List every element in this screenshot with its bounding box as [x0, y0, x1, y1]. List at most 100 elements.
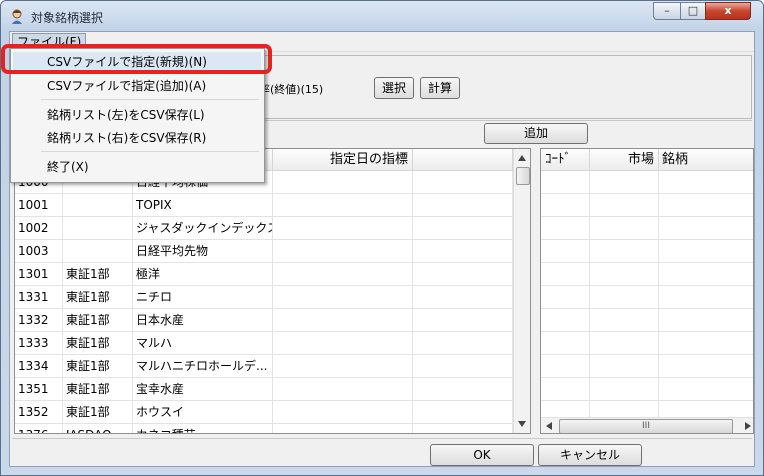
table-cell[interactable]: 東証1部: [63, 401, 133, 424]
table-cell[interactable]: [541, 240, 590, 263]
table-cell[interactable]: [541, 263, 590, 286]
close-button[interactable]: x: [705, 2, 751, 20]
table-cell[interactable]: [273, 378, 413, 401]
table-cell[interactable]: [590, 240, 659, 263]
table-cell[interactable]: [273, 240, 413, 263]
table-cell[interactable]: 日経平均先物: [133, 240, 273, 263]
table-cell[interactable]: [659, 309, 753, 332]
col-header-market-right[interactable]: 市場: [590, 149, 659, 171]
right-horizontal-scrollbar[interactable]: III: [541, 417, 753, 433]
table-cell[interactable]: [273, 401, 413, 424]
table-cell[interactable]: 1334: [15, 355, 63, 378]
table-cell[interactable]: [413, 424, 513, 433]
table-cell[interactable]: [590, 194, 659, 217]
table-cell[interactable]: [659, 332, 753, 355]
table-cell[interactable]: ホウスイ: [133, 401, 273, 424]
table-cell[interactable]: [413, 286, 513, 309]
title-bar[interactable]: 対象銘柄選択 – □ x: [1, 1, 763, 31]
table-cell[interactable]: 1331: [15, 286, 63, 309]
cancel-button[interactable]: キャンセル: [538, 444, 642, 466]
table-cell[interactable]: マルハ: [133, 332, 273, 355]
table-cell[interactable]: [541, 286, 590, 309]
table-cell[interactable]: [659, 217, 753, 240]
table-cell[interactable]: [659, 263, 753, 286]
table-cell[interactable]: 東証1部: [63, 332, 133, 355]
table-cell[interactable]: [659, 194, 753, 217]
table-cell[interactable]: [413, 355, 513, 378]
minimize-button[interactable]: –: [653, 2, 681, 20]
hscroll-thumb[interactable]: III: [559, 419, 733, 433]
table-cell[interactable]: [590, 286, 659, 309]
table-cell[interactable]: [541, 217, 590, 240]
table-cell[interactable]: [413, 263, 513, 286]
scroll-down-arrow-icon[interactable]: [518, 421, 526, 427]
table-cell[interactable]: [590, 355, 659, 378]
table-cell[interactable]: 1332: [15, 309, 63, 332]
table-cell[interactable]: 極洋: [133, 263, 273, 286]
table-cell[interactable]: [273, 309, 413, 332]
table-cell[interactable]: ジャスダックインデックス: [133, 217, 273, 240]
menu-item-csv-add[interactable]: CSVファイルで指定(追加)(A): [13, 76, 261, 96]
select-button[interactable]: 選択: [374, 77, 414, 99]
table-cell[interactable]: [63, 217, 133, 240]
table-cell[interactable]: [413, 240, 513, 263]
table-cell[interactable]: [273, 286, 413, 309]
table-cell[interactable]: [659, 171, 753, 194]
table-cell[interactable]: [273, 217, 413, 240]
table-cell[interactable]: [659, 355, 753, 378]
col-header-extra[interactable]: [413, 149, 513, 171]
table-cell[interactable]: [63, 194, 133, 217]
table-cell[interactable]: 東証1部: [63, 355, 133, 378]
table-cell[interactable]: [413, 194, 513, 217]
table-cell[interactable]: [273, 424, 413, 433]
table-cell[interactable]: [413, 401, 513, 424]
menu-item-exit[interactable]: 終了(X): [13, 157, 261, 177]
ok-button[interactable]: OK: [430, 444, 534, 466]
table-cell[interactable]: [273, 332, 413, 355]
table-cell[interactable]: [541, 378, 590, 401]
table-cell[interactable]: JASDAQ: [63, 424, 133, 433]
table-cell[interactable]: [541, 171, 590, 194]
stock-list-left[interactable]: 指定日の指標 1000日経平均株価1001TOPIX1002ジャスダックインデッ…: [14, 148, 531, 434]
table-cell[interactable]: [273, 263, 413, 286]
table-cell[interactable]: 1376: [15, 424, 63, 433]
table-cell[interactable]: [541, 355, 590, 378]
table-cell[interactable]: [590, 378, 659, 401]
table-cell[interactable]: TOPIX: [133, 194, 273, 217]
table-cell[interactable]: [273, 171, 413, 194]
scroll-up-arrow-icon[interactable]: [518, 155, 526, 161]
table-cell[interactable]: マルハニチロホールデ...: [133, 355, 273, 378]
table-cell[interactable]: 1003: [15, 240, 63, 263]
table-cell[interactable]: [590, 217, 659, 240]
table-cell[interactable]: 1001: [15, 194, 63, 217]
table-cell[interactable]: [590, 309, 659, 332]
table-cell[interactable]: 1333: [15, 332, 63, 355]
table-cell[interactable]: [413, 309, 513, 332]
col-header-code-right[interactable]: ｺｰﾄﾞ: [541, 149, 590, 171]
table-cell[interactable]: [590, 263, 659, 286]
col-header-indicator[interactable]: 指定日の指標: [273, 149, 413, 171]
table-cell[interactable]: [590, 332, 659, 355]
col-header-name-right[interactable]: 銘柄: [659, 149, 753, 171]
table-cell[interactable]: [659, 286, 753, 309]
table-cell[interactable]: [63, 240, 133, 263]
calc-button[interactable]: 計算: [420, 77, 460, 99]
table-cell[interactable]: 1351: [15, 378, 63, 401]
table-cell[interactable]: 宝幸水産: [133, 378, 273, 401]
table-cell[interactable]: [659, 240, 753, 263]
table-cell[interactable]: [590, 171, 659, 194]
maximize-button[interactable]: □: [680, 2, 706, 20]
table-cell[interactable]: [541, 309, 590, 332]
table-cell[interactable]: カネコ種苗: [133, 424, 273, 433]
table-cell[interactable]: [541, 194, 590, 217]
table-cell[interactable]: 東証1部: [63, 286, 133, 309]
table-cell[interactable]: 東証1部: [63, 309, 133, 332]
table-cell[interactable]: [413, 171, 513, 194]
table-cell[interactable]: [413, 217, 513, 240]
scroll-left-arrow-icon[interactable]: [546, 422, 552, 430]
menu-item-save-left[interactable]: 銘柄リスト(左)をCSV保存(L): [13, 105, 261, 125]
table-cell[interactable]: 1352: [15, 401, 63, 424]
menu-item-save-right[interactable]: 銘柄リスト(右)をCSV保存(R): [13, 128, 261, 148]
table-cell[interactable]: 東証1部: [63, 378, 133, 401]
scroll-thumb[interactable]: [516, 167, 530, 185]
